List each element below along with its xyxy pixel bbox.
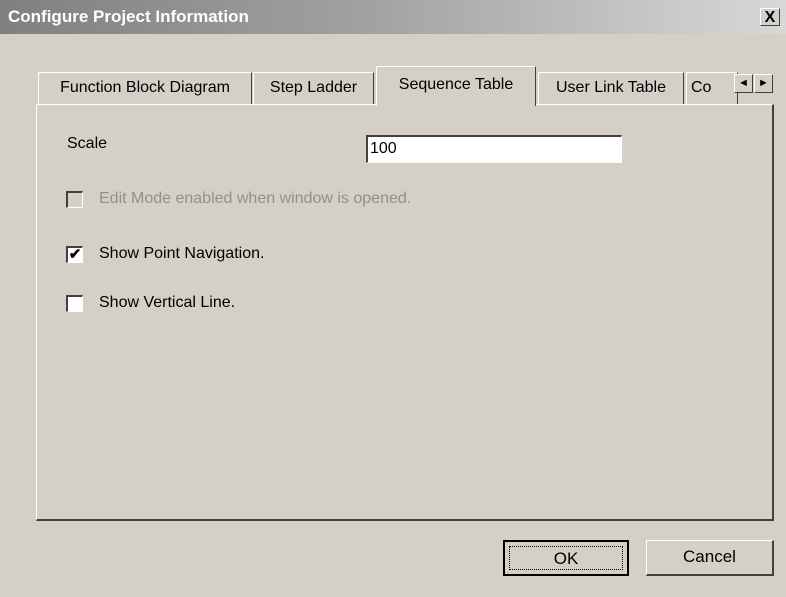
show-vertical-line-label[interactable]: Show Vertical Line. <box>99 294 235 312</box>
scale-input[interactable]: 100 <box>366 135 622 163</box>
edit-mode-checkbox <box>66 191 83 208</box>
show-vertical-line-checkbox[interactable] <box>66 295 83 312</box>
tab-step-ladder[interactable]: Step Ladder <box>253 72 374 104</box>
close-button[interactable]: X <box>760 8 780 26</box>
show-point-navigation-label[interactable]: Show Point Navigation. <box>99 245 264 263</box>
edit-mode-label: Edit Mode enabled when window is opened. <box>99 190 412 207</box>
cancel-button[interactable]: Cancel <box>646 540 774 576</box>
tab-function-block-diagram[interactable]: Function Block Diagram <box>38 72 252 104</box>
title-bar: Configure Project Information X <box>0 0 786 34</box>
tab-scroll-left-button[interactable]: ◄ <box>734 74 753 93</box>
tab-scroll-right-button[interactable]: ► <box>754 74 773 93</box>
window-title: Configure Project Information <box>8 7 249 26</box>
tab-sequence-table[interactable]: Sequence Table <box>376 66 536 106</box>
ok-button[interactable]: OK <box>503 540 629 576</box>
tab-user-link-table[interactable]: User Link Table <box>538 72 684 104</box>
scale-label: Scale <box>67 135 108 152</box>
show-point-navigation-checkbox[interactable]: ✔ <box>66 246 83 263</box>
tab-co[interactable]: Co <box>686 72 738 104</box>
tab-panel <box>36 104 774 521</box>
ok-button-label: OK <box>509 546 623 570</box>
